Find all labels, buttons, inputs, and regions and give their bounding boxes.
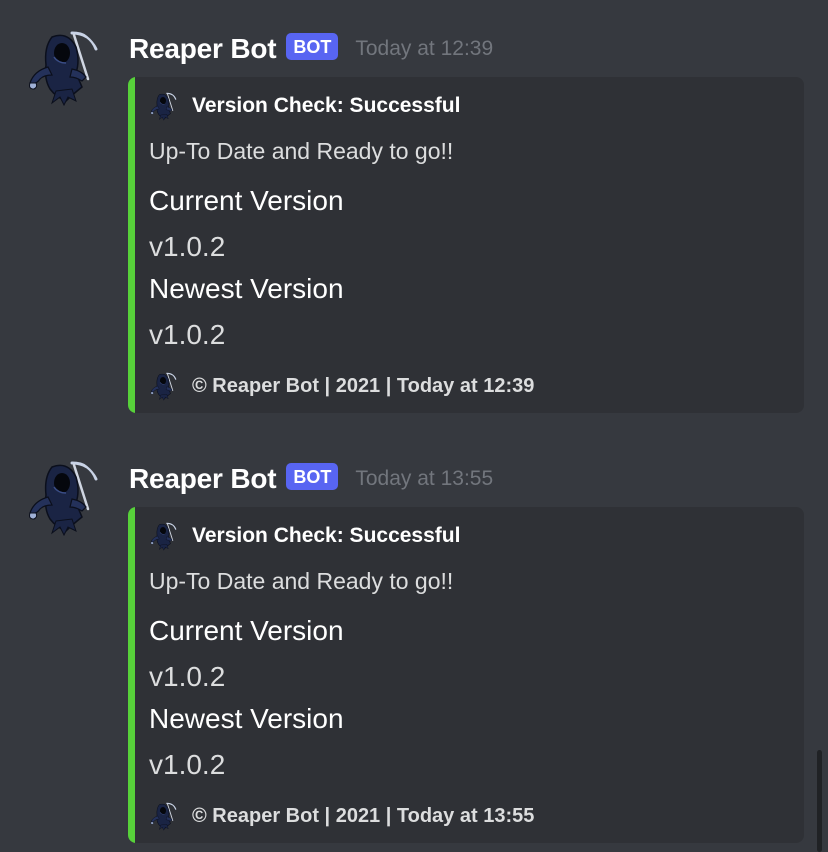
embed-field-value: v1.0.2: [149, 661, 226, 692]
embed-accent-bar: [128, 507, 135, 843]
embed-field-name: Newest Version: [149, 273, 344, 304]
bot-badge: BOT: [286, 462, 339, 490]
embed-footer: © Reaper Bot | 2021 | Today at 13:55: [148, 801, 534, 831]
embed-description: Up-To Date and Ready to go!!: [149, 138, 454, 164]
embed-footer-text: © Reaper Bot | 2021 | Today at 13:55: [192, 804, 535, 827]
embed-field-name: Current Version: [149, 185, 344, 216]
embed: Version Check: Successful Up-To Date and…: [128, 507, 804, 843]
message-header: Reaper Bot BOT Today at 13:55: [129, 459, 493, 499]
embed-author-name: Version Check: Successful: [192, 524, 461, 547]
chat-area: Reaper Bot BOT Today at 12:39 Version Ch…: [0, 0, 828, 852]
timestamp[interactable]: Today at 13:55: [355, 467, 493, 491]
grim-reaper-icon: [148, 371, 178, 401]
embed-accent-bar: [128, 77, 135, 413]
embed-field-value: v1.0.2: [149, 231, 226, 262]
embed-field-name: Newest Version: [149, 703, 344, 734]
scrollbar-thumb[interactable]: [817, 750, 822, 852]
grim-reaper-icon: [22, 457, 102, 537]
avatar[interactable]: [22, 27, 102, 107]
grim-reaper-icon: [148, 91, 178, 121]
avatar[interactable]: [22, 457, 102, 537]
embed-author: Version Check: Successful: [148, 521, 460, 551]
username[interactable]: Reaper Bot: [129, 463, 277, 495]
embed-author: Version Check: Successful: [148, 91, 460, 121]
embed-footer: © Reaper Bot | 2021 | Today at 12:39: [148, 371, 534, 401]
embed: Version Check: Successful Up-To Date and…: [128, 77, 804, 413]
grim-reaper-icon: [148, 521, 178, 551]
embed-field-name: Current Version: [149, 615, 344, 646]
bot-badge: BOT: [286, 32, 339, 60]
grim-reaper-icon: [22, 27, 102, 107]
embed-field-value: v1.0.2: [149, 749, 226, 780]
grim-reaper-icon: [148, 801, 178, 831]
username[interactable]: Reaper Bot: [129, 33, 277, 65]
message-header: Reaper Bot BOT Today at 12:39: [129, 29, 493, 69]
timestamp[interactable]: Today at 12:39: [355, 37, 493, 61]
embed-description: Up-To Date and Ready to go!!: [149, 568, 454, 594]
embed-footer-text: © Reaper Bot | 2021 | Today at 12:39: [192, 374, 535, 397]
embed-field-value: v1.0.2: [149, 319, 226, 350]
embed-author-name: Version Check: Successful: [192, 94, 461, 117]
